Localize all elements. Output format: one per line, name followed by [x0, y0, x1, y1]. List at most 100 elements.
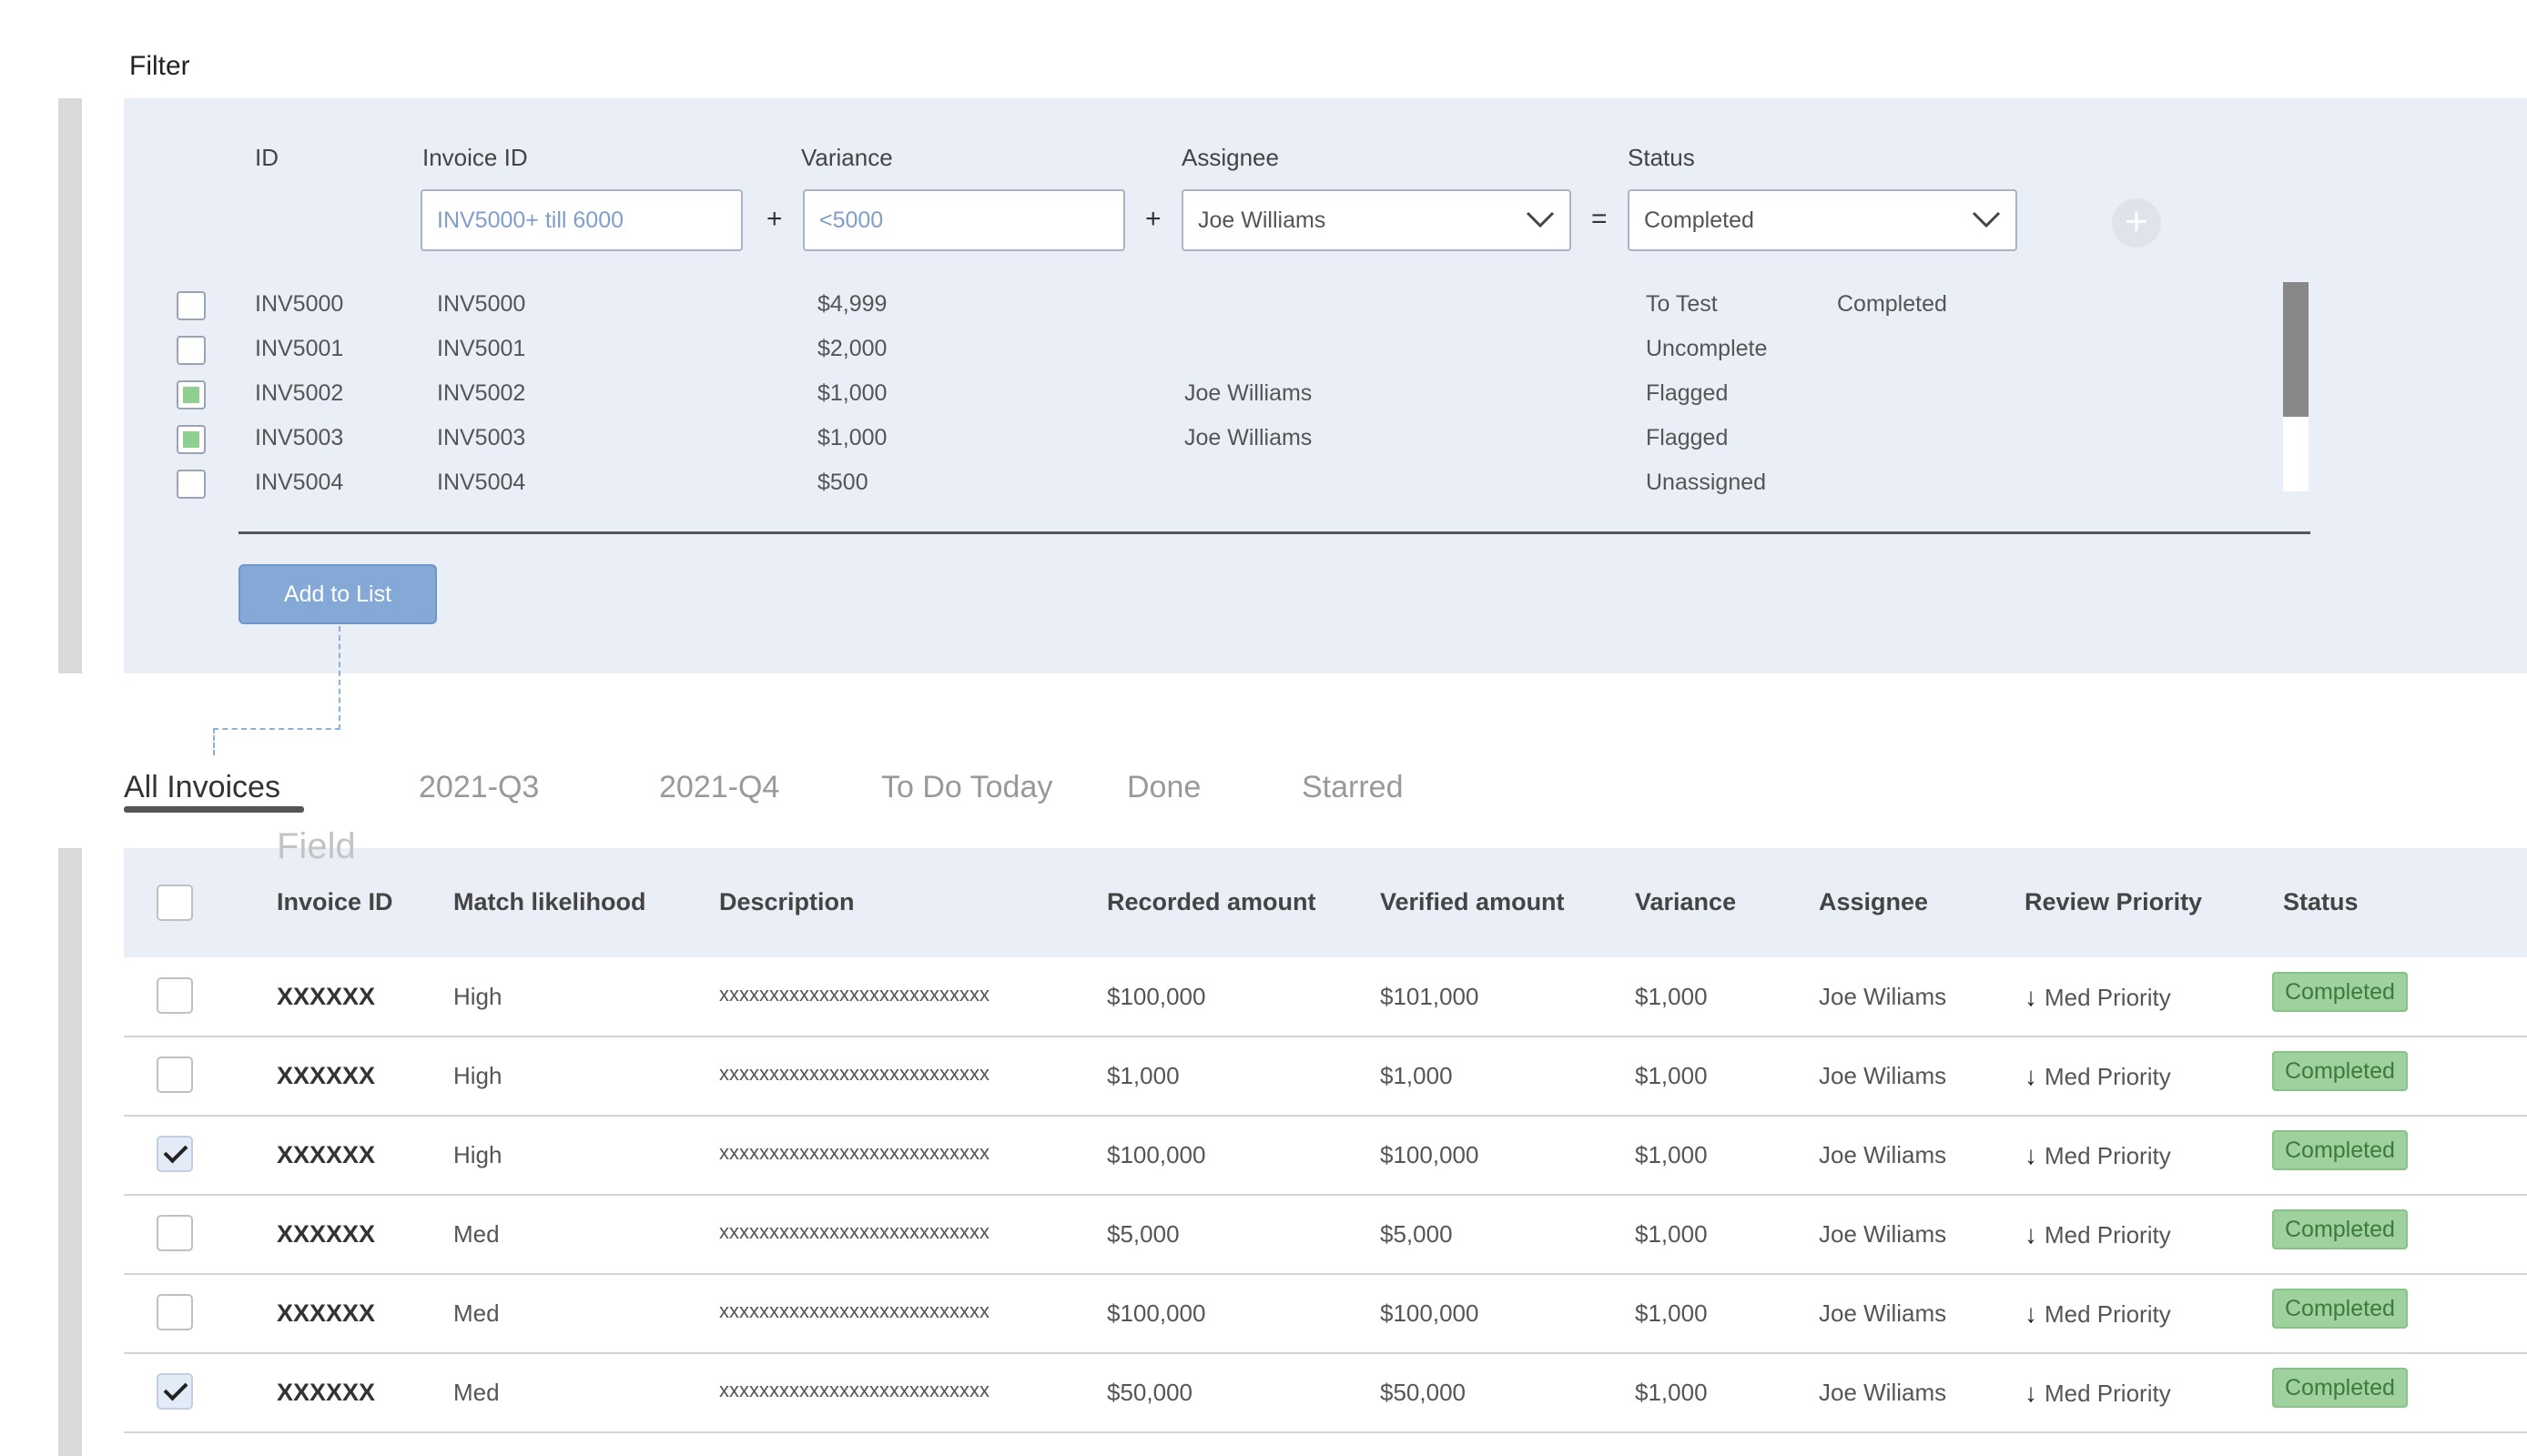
row-priority: ↓ Med Priority	[2025, 1220, 2171, 1249]
status-filter-select[interactable]: Completed	[1628, 189, 2017, 251]
table-row[interactable]: XXXXXX Med xxxxxxxxxxxxxxxxxxxxxxxxxxx $…	[124, 1353, 2527, 1433]
column-header-verified-amount[interactable]: Verified amount	[1380, 888, 1565, 916]
filter-row-checkbox[interactable]	[177, 470, 206, 499]
filter-row[interactable]: INV5002 INV5002 $1,000 Joe Williams Flag…	[124, 371, 2491, 416]
column-header-status[interactable]: Status	[2283, 888, 2359, 916]
column-header-variance[interactable]: Variance	[1635, 888, 1736, 916]
row-checkbox[interactable]	[157, 1136, 193, 1172]
chevron-down-icon	[1972, 211, 2001, 228]
filter-row-checkbox[interactable]	[177, 291, 206, 320]
column-header-recorded-amount[interactable]: Recorded amount	[1107, 888, 1316, 916]
plus-circle-icon[interactable]: +	[2112, 198, 2161, 248]
filter-row[interactable]: INV5000 INV5000 $4,999 To Test Completed	[124, 282, 2491, 327]
row-match: High	[453, 1141, 502, 1168]
column-header-match-likelihood[interactable]: Match likelihood	[453, 888, 646, 916]
row-description: xxxxxxxxxxxxxxxxxxxxxxxxxxx	[719, 983, 989, 1006]
status-badge: Completed	[2272, 972, 2408, 1012]
filter-label-id: ID	[255, 144, 279, 171]
row-variance: $1,000	[1635, 1299, 1708, 1327]
row-invoice-id: XXXXXX	[277, 1299, 376, 1327]
filter-row[interactable]: INV5003 INV5003 $1,000 Joe Williams Flag…	[124, 416, 2491, 460]
filter-row-checkbox[interactable]	[177, 425, 206, 454]
filter-row-checkbox[interactable]	[177, 380, 206, 410]
connector-line	[213, 728, 215, 755]
row-priority: ↓ Med Priority	[2025, 1141, 2171, 1170]
row-priority-label: Med Priority	[2045, 1142, 2171, 1169]
table-row[interactable]: XXXXXX High xxxxxxxxxxxxxxxxxxxxxxxxxxx …	[124, 957, 2527, 1037]
row-checkbox[interactable]	[157, 1373, 193, 1410]
variance-filter-input[interactable]: <5000	[803, 189, 1125, 251]
row-variance: $1,000	[1635, 1220, 1708, 1248]
row-assignee: Joe Wiliams	[1819, 1062, 1947, 1089]
chevron-down-icon	[1526, 211, 1555, 228]
row-checkbox[interactable]	[157, 1294, 193, 1330]
row-match: High	[453, 983, 502, 1010]
filter-title: Filter	[129, 51, 190, 81]
row-invoice-id: XXXXXX	[277, 1141, 376, 1168]
row-match: Med	[453, 1220, 500, 1248]
status-badge: Completed	[2272, 1051, 2408, 1091]
row-verified: $101,000	[1380, 983, 1479, 1010]
row-invoice-id: XXXXXX	[277, 1379, 376, 1406]
row-priority-label: Med Priority	[2045, 1380, 2171, 1407]
row-description: xxxxxxxxxxxxxxxxxxxxxxxxxxx	[719, 1141, 989, 1164]
row-assignee: Joe Wiliams	[1819, 1220, 1947, 1248]
tab-to-do-today[interactable]: To Do Today	[881, 770, 1052, 805]
column-header-assignee[interactable]: Assignee	[1819, 888, 1928, 916]
filter-label-variance: Variance	[801, 144, 893, 171]
invoice-id-filter-input[interactable]: INV5000+ till 6000	[421, 189, 743, 251]
assignee-filter-select[interactable]: Joe Williams	[1182, 189, 1571, 251]
row-invoice-id: XXXXXX	[277, 1062, 376, 1089]
filter-row[interactable]: INV5001 INV5001 $2,000 Uncomplete	[124, 327, 2491, 371]
row-checkbox[interactable]	[157, 1057, 193, 1093]
row-priority: ↓ Med Priority	[2025, 983, 2171, 1012]
arrow-down-icon: ↓	[2025, 1379, 2037, 1407]
select-all-checkbox[interactable]	[157, 885, 193, 921]
table-row[interactable]: XXXXXX High xxxxxxxxxxxxxxxxxxxxxxxxxxx …	[124, 1036, 2527, 1117]
add-to-list-button[interactable]: Add to List	[238, 564, 437, 624]
filter-row-status: Uncomplete	[1646, 336, 1768, 361]
filter-row[interactable]: INV5004 INV5004 $500 Unassigned	[124, 460, 2491, 505]
tab-done[interactable]: Done	[1127, 770, 1201, 805]
row-description: xxxxxxxxxxxxxxxxxxxxxxxxxxx	[719, 1220, 989, 1243]
row-recorded: $100,000	[1107, 1299, 1206, 1327]
filter-row-status: Flagged	[1646, 380, 1729, 406]
row-checkbox[interactable]	[157, 1215, 193, 1251]
table-row[interactable]: XXXXXX Med xxxxxxxxxxxxxxxxxxxxxxxxxxx $…	[124, 1274, 2527, 1354]
table-row[interactable]: XXXXXX High xxxxxxxxxxxxxxxxxxxxxxxxxxx …	[124, 1116, 2527, 1196]
filter-row-id: INV5003	[255, 425, 344, 450]
row-assignee: Joe Wiliams	[1819, 1379, 1947, 1406]
filter-row-id: INV5000	[255, 291, 344, 317]
filter-row-checkbox[interactable]	[177, 336, 206, 365]
row-invoice-id: XXXXXX	[277, 983, 376, 1010]
row-description: xxxxxxxxxxxxxxxxxxxxxxxxxxx	[719, 1379, 989, 1401]
filter-row-variance: $2,000	[817, 336, 888, 361]
tab-2021-q4[interactable]: 2021-Q4	[659, 770, 779, 805]
row-priority-label: Med Priority	[2045, 1221, 2171, 1249]
operator-equals: =	[1591, 204, 1608, 234]
row-recorded: $5,000	[1107, 1220, 1180, 1248]
table-row[interactable]: XXXXXX Med xxxxxxxxxxxxxxxxxxxxxxxxxxx $…	[124, 1195, 2527, 1275]
arrow-down-icon: ↓	[2025, 1062, 2037, 1090]
filter-row-invoice: INV5000	[437, 291, 526, 317]
column-header-invoice-id[interactable]: Invoice ID	[277, 888, 393, 916]
row-verified: $5,000	[1380, 1220, 1453, 1248]
row-variance: $1,000	[1635, 983, 1708, 1010]
filter-scrollbar-thumb[interactable]	[2283, 282, 2309, 417]
assignee-filter-value: Joe Williams	[1198, 207, 1326, 233]
row-priority-label: Med Priority	[2045, 984, 2171, 1011]
row-verified: $1,000	[1380, 1062, 1453, 1089]
column-header-description[interactable]: Description	[719, 888, 855, 916]
row-checkbox[interactable]	[157, 977, 193, 1014]
column-header-review-priority[interactable]: Review Priority	[2025, 888, 2202, 916]
tab-starred[interactable]: Starred	[1302, 770, 1404, 805]
field-drag-label: Field	[277, 826, 356, 866]
tab-2021-q3[interactable]: 2021-Q3	[419, 770, 539, 805]
row-verified: $50,000	[1380, 1379, 1466, 1406]
row-priority: ↓ Med Priority	[2025, 1062, 2171, 1091]
operator-plus-2: +	[1145, 204, 1162, 234]
filter-row-invoice: INV5003	[437, 425, 526, 450]
tab-all-invoices[interactable]: All Invoices	[124, 770, 280, 805]
filter-row-status: Unassigned	[1646, 470, 1767, 495]
filter-rail	[58, 98, 82, 673]
